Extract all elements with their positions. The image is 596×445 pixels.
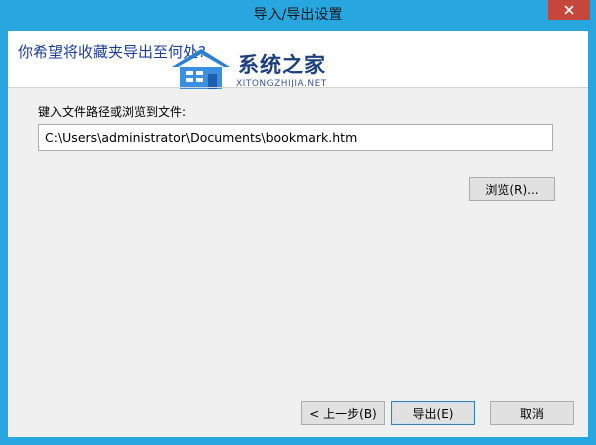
dialog-window: 导入/导出设置 你希望将收藏夹导出至何处? 系统之家 XITONGZHIJIA.… (0, 0, 596, 445)
watermark-brand: 系统之家 (238, 52, 326, 77)
title-bar[interactable]: 导入/导出设置 (0, 0, 596, 31)
house-logo-icon (172, 49, 230, 89)
path-label: 键入文件路径或浏览到文件: (38, 105, 187, 119)
back-button[interactable]: < 上一步(B) (301, 401, 385, 425)
file-path-input[interactable] (38, 124, 553, 151)
close-icon (564, 5, 574, 15)
dialog-body: 你希望将收藏夹导出至何处? 系统之家 XITONGZHIJIA.NET 键入文件… (8, 31, 588, 437)
browse-button[interactable]: 浏览(R)... (469, 177, 555, 201)
cancel-button[interactable]: 取消 (490, 401, 574, 425)
close-button[interactable] (548, 0, 590, 20)
window-title: 导入/导出设置 (253, 7, 343, 23)
header-band: 你希望将收藏夹导出至何处? 系统之家 XITONGZHIJIA.NET (8, 31, 588, 89)
export-button[interactable]: 导出(E) (391, 401, 475, 425)
header-divider (8, 87, 588, 88)
